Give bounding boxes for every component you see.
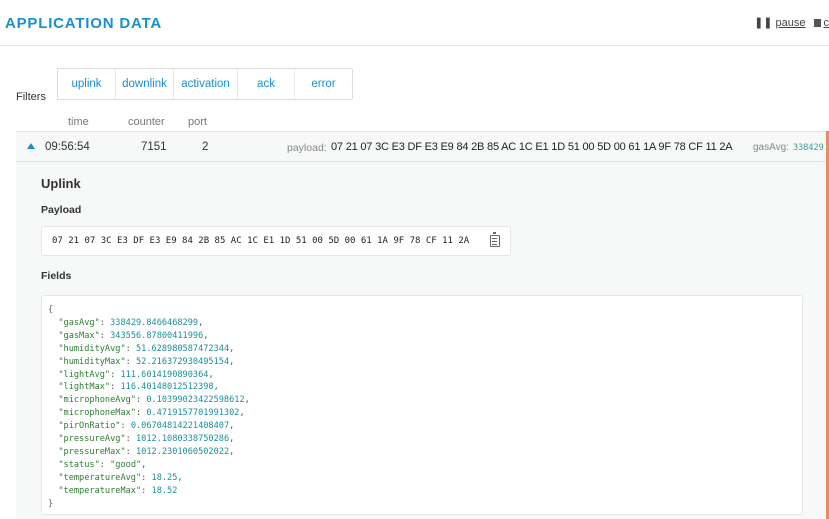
filter-error-button[interactable]: error — [295, 69, 352, 99]
filters-label: Filters — [16, 91, 46, 103]
json-value: 18.25 — [151, 472, 178, 483]
json-field-line: "gasAvg": 338429.8466468299, — [58, 317, 204, 328]
json-value: 0.06704814221408407 — [130, 421, 230, 432]
payload-box: 07 21 07 3C E3 DF E3 E9 84 2B 85 AC 1C E… — [41, 226, 511, 256]
message-row[interactable]: 09:56:54 7151 2 payload: 07 21 07 3C E3 … — [16, 131, 829, 162]
json-value: "good" — [110, 459, 142, 470]
json-value: 51.628980587472344 — [135, 343, 230, 354]
clipboard-icon[interactable] — [490, 232, 500, 247]
json-value: 1012.2301060502022 — [135, 446, 230, 457]
column-header-port: port — [188, 116, 207, 128]
app-header: APPLICATION DATA ❚❚ pause c — [0, 0, 829, 46]
pause-icon[interactable]: ❚❚ — [754, 17, 772, 29]
filter-downlink-button[interactable]: downlink — [116, 69, 174, 99]
row-counter: 7151 — [141, 141, 167, 153]
json-key: "humidityMax" — [58, 356, 126, 367]
payload-heading: Payload — [41, 204, 82, 216]
json-key: "status" — [58, 459, 100, 470]
json-value: 18.52 — [151, 485, 178, 496]
row-gasavg-label: gasAvg: — [753, 142, 789, 153]
filter-uplink-button[interactable]: uplink — [58, 69, 116, 99]
json-value: 338429.8466468299 — [110, 317, 199, 328]
json-field-line: "microphoneMax": 0.4719157701991302, — [58, 408, 245, 419]
json-key: "temperatureMax" — [58, 485, 142, 496]
json-field-line: "temperatureMax": 18.52 — [58, 485, 178, 496]
column-header-time: time — [68, 116, 89, 128]
fields-json: { "gasAvg": 338429.8466468299, "gasMax":… — [48, 304, 250, 511]
json-field-line: "lightAvg": 111.6014190890364, — [58, 369, 214, 380]
json-close-brace: } — [48, 498, 54, 509]
json-key: "gasAvg" — [58, 317, 100, 328]
json-key: "gasMax" — [58, 330, 100, 341]
json-value: 116.40148012512398 — [120, 382, 214, 393]
json-field-line: "lightMax": 116.40148012512398, — [58, 382, 219, 393]
column-header-counter: counter — [128, 116, 165, 128]
json-value: 343556.87800411996 — [110, 330, 204, 341]
message-detail-panel: Uplink Payload 07 21 07 3C E3 DF E3 E9 8… — [16, 162, 826, 519]
row-time: 09:56:54 — [45, 141, 90, 153]
payload-hex: 07 21 07 3C E3 DF E3 E9 84 2B 85 AC 1C E… — [52, 236, 470, 246]
json-key: "pirOnRatio" — [58, 421, 121, 432]
json-value: 52.216372930495154 — [135, 356, 230, 367]
row-port: 2 — [202, 141, 209, 153]
json-field-line: "pirOnRatio": 0.06704814221408407, — [58, 421, 235, 432]
header-actions: ❚❚ pause c — [754, 16, 829, 29]
json-value: 1012.1080338750286 — [135, 434, 230, 445]
json-key: "pressureMax" — [58, 446, 126, 457]
filter-ack-button[interactable]: ack — [238, 69, 295, 99]
json-field-line: "microphoneAvg": 0.10399023422598612, — [58, 395, 250, 406]
filter-activation-button[interactable]: activation — [174, 69, 238, 99]
row-gasavg-value: 338429. — [793, 143, 829, 153]
json-key: "pressureAvg" — [58, 434, 126, 445]
clear-button[interactable]: c — [824, 17, 829, 29]
caret-up-icon[interactable] — [27, 143, 35, 149]
filter-bar: uplink downlink activation ack error — [57, 68, 353, 100]
json-field-line: "humidityAvg": 51.628980587472344, — [58, 343, 235, 354]
json-field-line: "status": "good", — [58, 459, 147, 470]
fields-heading: Fields — [41, 270, 72, 282]
json-field-line: "temperatureAvg": 18.25, — [58, 472, 183, 483]
json-value: 0.4719157701991302 — [146, 408, 240, 419]
json-key: "lightAvg" — [58, 369, 111, 380]
pause-button[interactable]: pause — [776, 17, 806, 29]
json-field-line: "pressureAvg": 1012.1080338750286, — [58, 434, 235, 445]
detail-heading: Uplink — [41, 176, 81, 191]
json-field-line: "humidityMax": 52.216372930495154, — [58, 356, 235, 367]
json-key: "microphoneAvg" — [58, 395, 136, 406]
json-key: "temperatureAvg" — [58, 472, 142, 483]
json-field-line: "pressureMax": 1012.2301060502022, — [58, 446, 235, 457]
json-field-line: "gasMax": 343556.87800411996, — [58, 330, 209, 341]
json-open-brace: { — [48, 305, 54, 315]
page-title: APPLICATION DATA — [5, 15, 162, 32]
json-key: "lightMax" — [58, 382, 111, 393]
row-payload-label: payload: — [287, 142, 327, 154]
json-value: 0.10399023422598612 — [146, 395, 245, 406]
json-value: 111.6014190890364 — [120, 369, 209, 380]
trash-icon[interactable] — [813, 19, 821, 27]
row-payload: 07 21 07 3C E3 DF E3 E9 84 2B 85 AC 1C E… — [331, 141, 733, 153]
json-key: "microphoneMax" — [58, 408, 136, 419]
fields-json-box: { "gasAvg": 338429.8466468299, "gasMax":… — [41, 295, 803, 515]
json-key: "humidityAvg" — [58, 343, 126, 354]
